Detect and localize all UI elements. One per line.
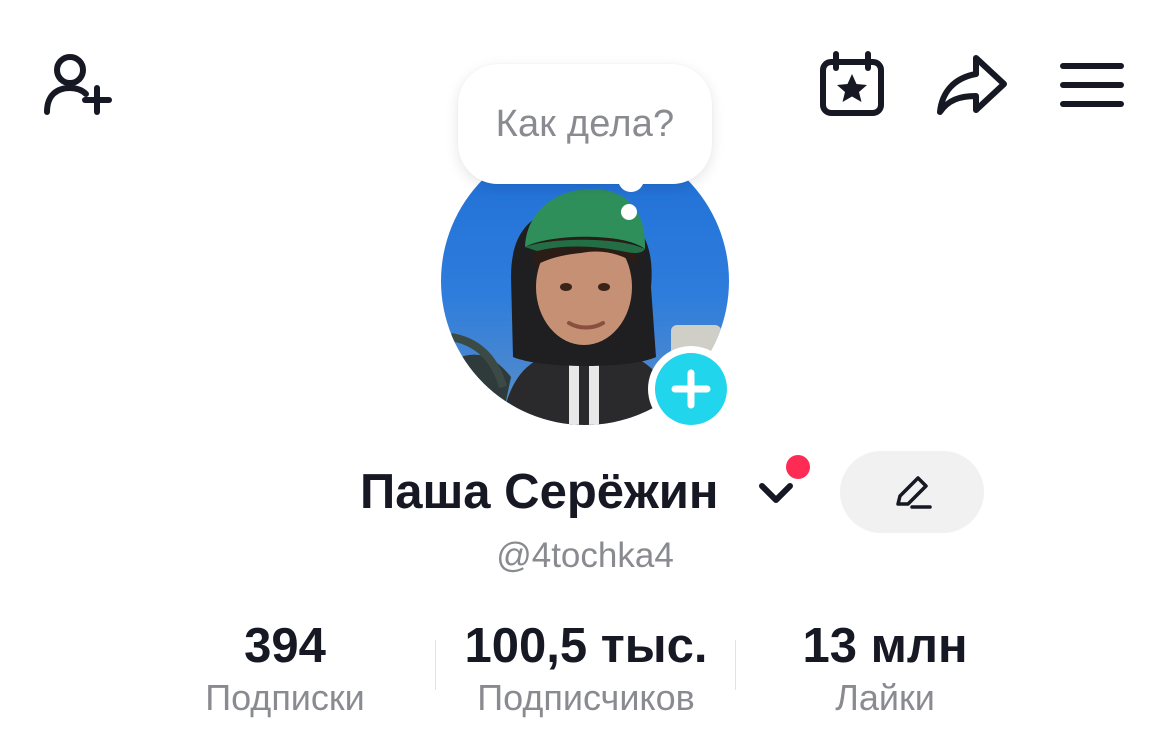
edit-profile-button[interactable] — [840, 451, 984, 533]
add-friend-icon — [44, 54, 112, 115]
stat-divider — [735, 640, 736, 690]
account-switch-button[interactable] — [756, 478, 796, 508]
stat-followers[interactable]: 100,5 тыс. Подписчиков — [446, 616, 726, 720]
pencil-icon — [896, 476, 932, 509]
status-bubble[interactable]: Как дела? — [458, 64, 712, 184]
chevron-down-icon — [759, 483, 793, 503]
stat-following[interactable]: 394 Подписки — [185, 616, 385, 720]
status-bubble-dot — [621, 204, 637, 220]
profile-username: @4tochka4 — [496, 536, 674, 575]
notification-dot — [786, 455, 810, 479]
menu-icon — [1060, 63, 1124, 107]
stat-following-value: 394 — [244, 619, 326, 673]
add-story-badge — [655, 353, 727, 425]
stat-followers-value: 100,5 тыс. — [464, 619, 708, 673]
menu-button[interactable] — [1056, 50, 1128, 120]
stat-following-label: Подписки — [205, 677, 365, 718]
stat-likes-value: 13 млн — [802, 619, 968, 673]
add-friend-button[interactable] — [38, 50, 118, 120]
stat-divider — [435, 640, 436, 690]
stat-likes-label: Лайки — [835, 677, 935, 718]
stat-likes[interactable]: 13 млн Лайки — [785, 616, 985, 720]
add-story-button[interactable] — [648, 346, 734, 432]
share-icon — [937, 55, 1007, 115]
profile-name[interactable]: Паша Серёжин — [360, 464, 718, 520]
share-button[interactable] — [932, 50, 1012, 120]
stat-followers-label: Подписчиков — [477, 677, 695, 718]
calendar-button[interactable] — [814, 50, 890, 120]
calendar-star-icon — [820, 51, 884, 116]
plus-icon — [671, 369, 711, 409]
status-bubble-text: Как дела? — [495, 102, 675, 145]
